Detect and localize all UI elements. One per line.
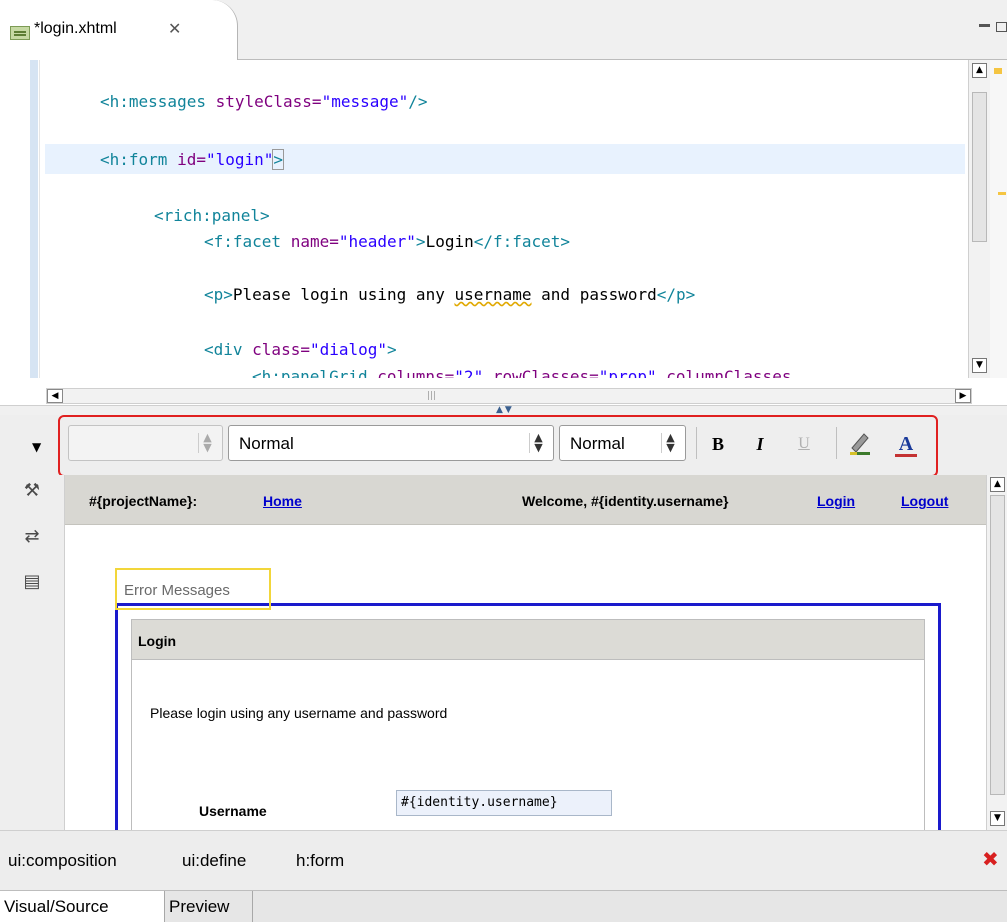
login-panel[interactable]: Login Please login using any username an… xyxy=(131,619,925,830)
scroll-up-arrow-icon[interactable]: ▲ xyxy=(972,63,987,78)
username-input[interactable]: #{identity.username} xyxy=(396,790,612,816)
error-messages-label: Error Messages xyxy=(124,582,230,599)
editor-tab-label: *login.xhtml xyxy=(34,20,117,37)
scroll-grip-icon: ||| xyxy=(427,391,437,401)
editor-splitter[interactable]: ▲▼ xyxy=(0,405,1007,415)
refresh-sync-icon[interactable]: ⇄ xyxy=(20,525,44,549)
view-controls xyxy=(973,20,1007,36)
panel-header: Login xyxy=(132,620,924,660)
welcome-label: Welcome, #{identity.username} xyxy=(522,493,729,509)
source-horizontal-scrollbar[interactable]: ◀ ||| ▶ xyxy=(46,388,972,404)
code-line-6: <div class="dialog"> xyxy=(204,340,397,359)
scroll-down-arrow-icon[interactable]: ▼ xyxy=(990,811,1005,826)
code-line-5: <p>Please login using any username and p… xyxy=(204,285,696,304)
breadcrumb-item[interactable]: ui:composition xyxy=(8,851,117,871)
selection-breadcrumb-bar: ui:composition ui:define h:form ✖ xyxy=(0,830,1007,890)
scroll-down-arrow-icon[interactable]: ▼ xyxy=(972,358,987,373)
page-design-icon[interactable]: ▤ xyxy=(20,570,44,594)
panel-instructions: Please login using any username and pass… xyxy=(150,705,448,721)
breadcrumb-item[interactable]: ui:define xyxy=(182,851,246,871)
scroll-thumb[interactable] xyxy=(972,92,987,242)
maximize-icon[interactable] xyxy=(996,22,1007,32)
toolbar-highlight-frame xyxy=(58,415,938,477)
editor-tab-login-xhtml[interactable]: *login.xhtml ✕ xyxy=(0,0,238,60)
minimize-icon[interactable] xyxy=(979,24,990,27)
logout-link[interactable]: Logout xyxy=(901,493,948,509)
tab-preview[interactable]: Preview xyxy=(165,891,253,922)
annotation-marker[interactable] xyxy=(994,68,1002,74)
editor-mode-tabs: Visual/Source Preview xyxy=(0,890,1007,922)
preferences-tools-icon[interactable]: ⚒ xyxy=(20,479,44,503)
visual-palette: ⚒ ⇄ ▤ xyxy=(0,475,64,830)
close-tab-icon[interactable]: ✕ xyxy=(168,19,181,38)
login-form-outline[interactable]: Login Please login using any username an… xyxy=(115,603,941,830)
code-line-1: <h:messages styleClass="message"/> xyxy=(100,92,428,111)
code-line-3: <rich:panel> xyxy=(154,206,270,225)
visual-canvas[interactable]: #{projectName}: Home Welcome, #{identity… xyxy=(64,475,986,830)
close-selection-bar-icon[interactable]: ✖ xyxy=(982,847,999,871)
scroll-up-arrow-icon[interactable]: ▲ xyxy=(990,477,1005,492)
panel-header-title: Login xyxy=(138,633,177,649)
error-messages-placeholder[interactable]: Error Messages xyxy=(115,568,271,610)
code-line-4: <f:facet name="header">Login</f:facet> xyxy=(204,232,571,251)
xhtml-file-icon xyxy=(10,26,30,40)
warning-marker[interactable] xyxy=(998,192,1006,195)
source-editor[interactable]: <h:messages styleClass="message"/> <h:fo… xyxy=(0,60,1007,378)
username-label: Username xyxy=(199,803,267,819)
overview-ruler xyxy=(990,60,1007,378)
code-line-2: <h:form id="login"> xyxy=(100,149,285,170)
scroll-thumb[interactable] xyxy=(990,495,1005,795)
source-vertical-scrollbar[interactable]: ▲ ▼ xyxy=(968,60,990,378)
visual-vertical-scrollbar[interactable]: ▲ ▼ xyxy=(986,475,1007,830)
login-link[interactable]: Login xyxy=(817,493,855,509)
code-line-7: <h:panelGrid columns="2" rowClasses="pro… xyxy=(252,367,792,378)
scroll-left-arrow-icon[interactable]: ◀ xyxy=(47,389,63,403)
toolbar-menu-icon[interactable]: ▼ xyxy=(32,440,41,454)
quick-diff-bar xyxy=(30,60,38,378)
page-navbar: #{projectName}: Home Welcome, #{identity… xyxy=(65,475,986,525)
project-name-label: #{projectName}: xyxy=(89,493,198,509)
breadcrumb-item[interactable]: h:form xyxy=(296,851,344,871)
splitter-arrows-icon[interactable]: ▲▼ xyxy=(496,405,514,415)
tab-visual-source[interactable]: Visual/Source xyxy=(0,891,165,922)
scroll-right-arrow-icon[interactable]: ▶ xyxy=(955,389,971,403)
home-link[interactable]: Home xyxy=(263,493,302,509)
editor-tab-strip: *login.xhtml ✕ xyxy=(0,0,1007,60)
